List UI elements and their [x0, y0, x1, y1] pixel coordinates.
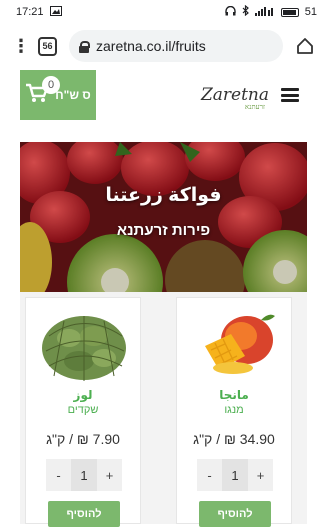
add-to-cart-button[interactable]: להוסיף	[199, 501, 271, 527]
site-logo[interactable]: Zaretna זרעתנא	[200, 85, 269, 111]
site-header: 0 ס ש"ח Zaretna זרעתנא	[20, 70, 307, 120]
hero-title: فواكة زرعتنا	[105, 185, 222, 206]
tab-count-button[interactable]: 56	[38, 36, 57, 56]
signal-icon	[254, 6, 275, 19]
product-price: 7.90 ₪ / ק"ג	[46, 431, 120, 447]
product-card-almonds: لوز שקדים 7.90 ₪ / ק"ג - 1 + להוסיף	[25, 297, 141, 527]
quantity-value[interactable]: 1	[71, 459, 97, 491]
decrease-quantity-button[interactable]: -	[197, 459, 222, 491]
product-card-mango: مانجا מנגו 34.90 ₪ / ק"ג - 1 + להוסיף	[176, 297, 292, 527]
hero-fruit-image	[20, 142, 307, 292]
quantity-stepper: - 1 +	[197, 459, 273, 491]
product-name: لوز	[73, 388, 93, 402]
status-time: 17:21	[16, 6, 44, 18]
quantity-value[interactable]: 1	[222, 459, 248, 491]
almonds-image	[42, 316, 126, 381]
battery-level: 51	[304, 6, 317, 18]
hero-banner: فواكة زرعتنا פירות זרעתנא	[20, 142, 307, 292]
increase-quantity-button[interactable]: +	[248, 459, 273, 491]
cart-total: ס ש"ח	[55, 88, 91, 102]
hamburger-menu-icon[interactable]	[281, 88, 299, 102]
increase-quantity-button[interactable]: +	[97, 459, 122, 491]
url-bar[interactable]: zaretna.co.il/fruits	[69, 30, 283, 62]
decrease-quantity-button[interactable]: -	[46, 459, 71, 491]
logo-text: Zaretna	[200, 85, 269, 105]
bluetooth-icon	[242, 4, 249, 19]
hero-subtitle: פירות זרעתנא	[116, 222, 211, 239]
logo-subtext: זרעתנא	[244, 103, 265, 111]
product-grid: لوز שקדים 7.90 ₪ / ק"ג - 1 + להוסיף مانج…	[20, 292, 307, 527]
lock-icon	[79, 40, 90, 53]
headphones-icon	[225, 5, 236, 19]
status-bar: 17:21 51	[0, 0, 327, 24]
url-text: zaretna.co.il/fruits	[96, 38, 206, 54]
product-subtitle: שקדים	[67, 404, 99, 416]
image-notification-icon	[49, 5, 62, 19]
mango-image	[205, 314, 275, 374]
add-to-cart-button[interactable]: להוסיף	[48, 501, 120, 527]
product-subtitle: מנגו	[224, 404, 244, 416]
cart-button[interactable]: 0 ס ש"ח	[20, 70, 96, 120]
product-name: مانجا	[219, 388, 249, 402]
cart-count-badge: 0	[42, 76, 60, 94]
status-right: 51	[225, 4, 317, 19]
battery-icon	[280, 7, 299, 17]
home-icon[interactable]	[295, 36, 315, 56]
status-left: 17:21	[16, 5, 62, 19]
browser-toolbar: ⋮ 56 zaretna.co.il/fruits	[0, 24, 327, 68]
product-price: 34.90 ₪ / ק"ג	[193, 431, 275, 447]
more-options-icon[interactable]: ⋮	[12, 36, 30, 57]
quantity-stepper: - 1 +	[46, 459, 122, 491]
